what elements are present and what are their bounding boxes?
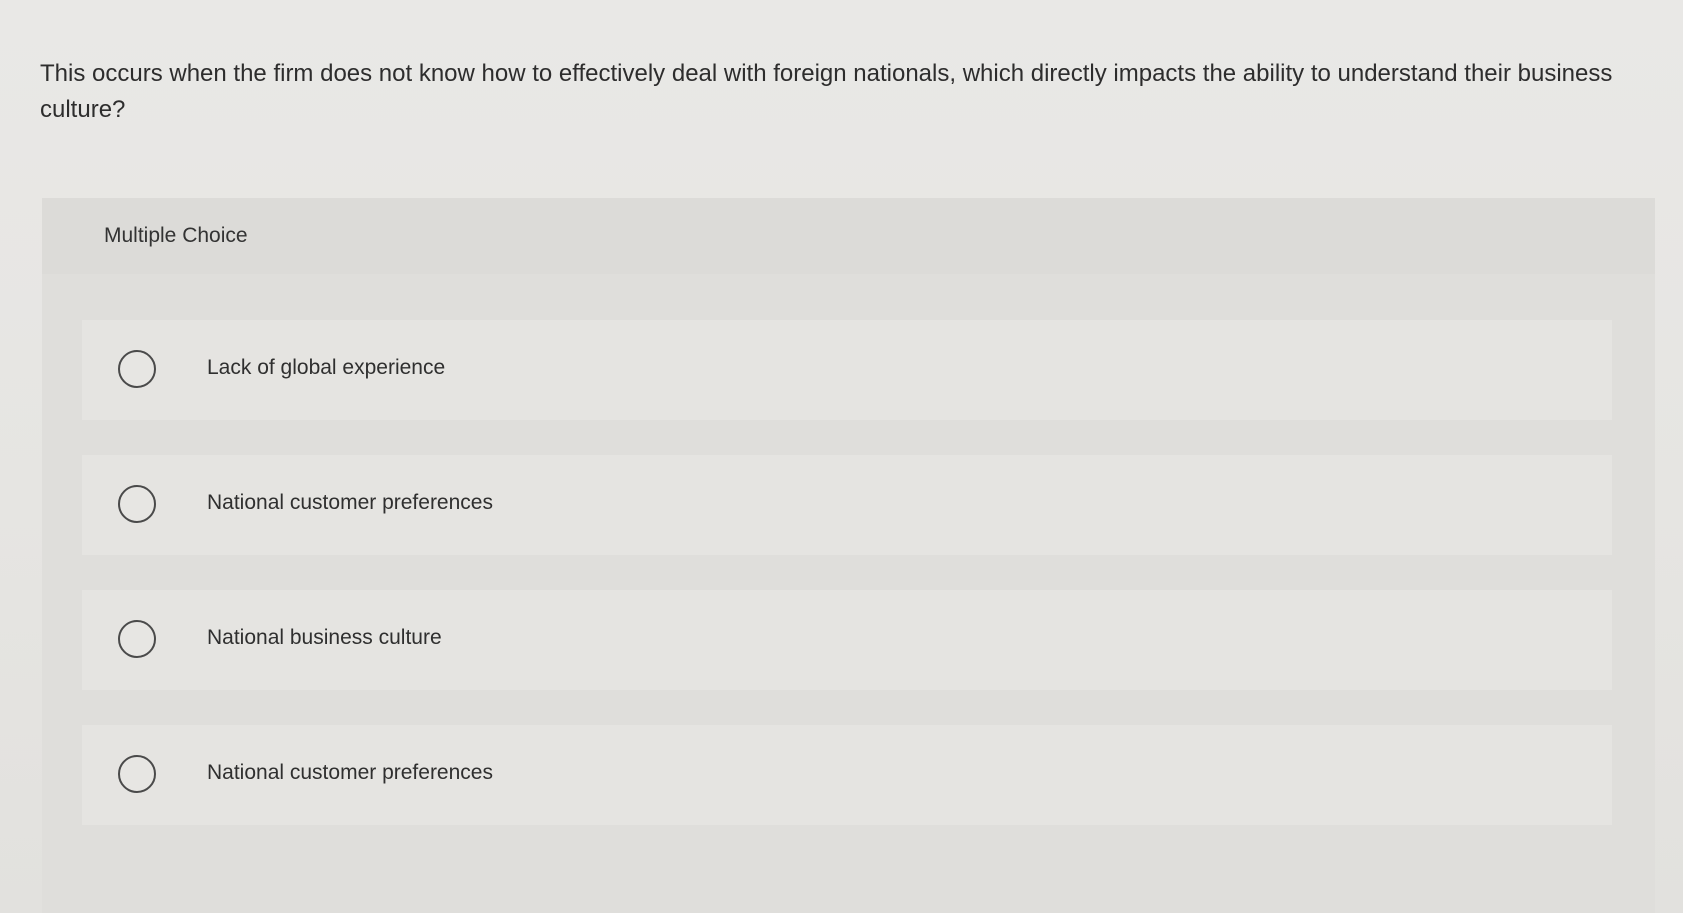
question-text: This occurs when the firm does not know … — [40, 60, 1613, 123]
radio-button-icon[interactable] — [118, 485, 156, 523]
radio-button-icon[interactable] — [118, 350, 156, 388]
answer-option-label: National customer preferences — [207, 491, 493, 514]
answer-options: Lack of global experience National custo… — [82, 320, 1612, 860]
question-type-label: Multiple Choice — [104, 224, 248, 247]
answer-option-label: National customer preferences — [207, 761, 493, 784]
answer-option-label: National business culture — [207, 626, 442, 649]
answer-option-4[interactable]: National customer preferences — [82, 725, 1612, 825]
panel-header: Multiple Choice — [42, 198, 1655, 274]
answer-option-3[interactable]: National business culture — [82, 590, 1612, 690]
answer-option-label: Lack of global experience — [207, 356, 446, 379]
radio-button-icon[interactable] — [118, 755, 156, 793]
radio-button-icon[interactable] — [118, 620, 156, 658]
answer-option-1[interactable]: Lack of global experience — [82, 320, 1612, 420]
answer-option-2[interactable]: National customer preferences — [82, 455, 1612, 555]
multiple-choice-panel: Multiple Choice Lack of global experienc… — [42, 198, 1655, 913]
